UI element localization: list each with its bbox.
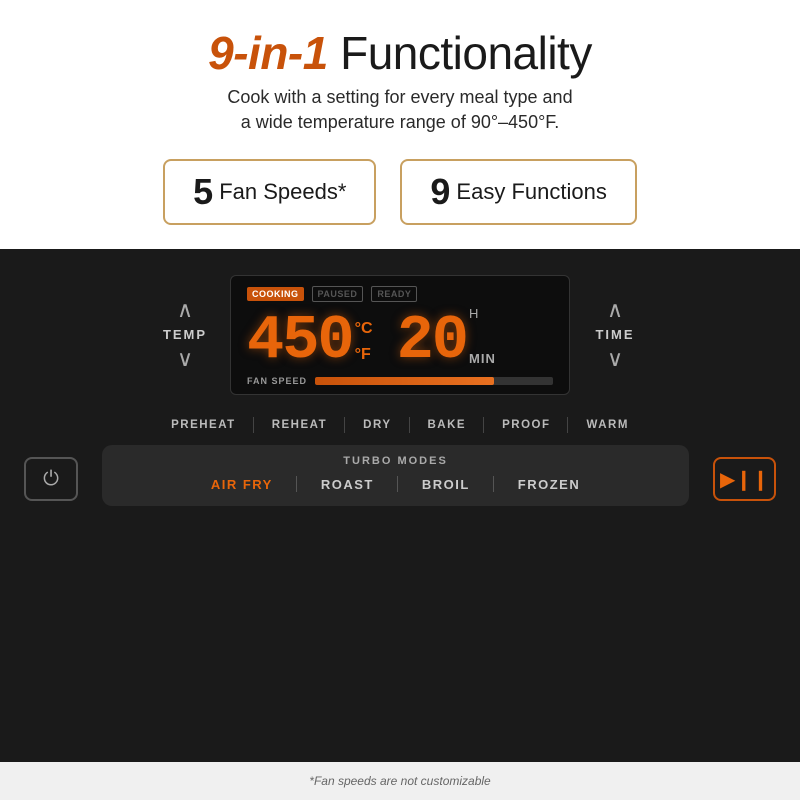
- subtitle: Cook with a setting for every meal type …: [227, 85, 572, 135]
- reheat-button[interactable]: REHEAT: [254, 419, 345, 431]
- time-h-unit: H: [469, 306, 478, 321]
- turbo-buttons: AIR FRY ROAST BROIL FROZEN: [122, 477, 669, 492]
- air-fry-button[interactable]: AIR FRY: [187, 477, 297, 492]
- functions-badge: 9 Easy Functions: [400, 159, 636, 225]
- power-button[interactable]: ⏻: [24, 457, 78, 501]
- badges-row: 5 Fan Speeds* 9 Easy Functions: [163, 159, 637, 225]
- fan-bar-container: [315, 377, 553, 385]
- footnote-text: *Fan speeds are not customizable: [309, 774, 490, 788]
- time-digits: 20: [397, 310, 467, 372]
- fan-speeds-badge: 5 Fan Speeds*: [163, 159, 376, 225]
- temp-up-button[interactable]: ∧: [177, 299, 193, 321]
- display-row: ∧ TEMP ∨ COOKING PAUSED READY 450 °C °F: [0, 265, 800, 405]
- fan-bar-fill: [315, 377, 493, 385]
- functions-text: Easy Functions: [456, 179, 606, 205]
- power-icon: ⏻: [43, 468, 59, 491]
- preheat-button[interactable]: PREHEAT: [153, 419, 254, 431]
- temp-control: ∧ TEMP ∨: [140, 299, 230, 370]
- status-cooking: COOKING: [247, 287, 304, 301]
- play-pause-button[interactable]: ▶❙❙: [713, 457, 776, 501]
- status-row: COOKING PAUSED READY: [247, 286, 417, 302]
- temp-c-unit: °C: [355, 320, 373, 338]
- fan-speed-label: FAN SPEED: [247, 376, 307, 386]
- bottom-row: ⏻ TURBO MODES AIR FRY ROAST BROIL FROZEN…: [24, 441, 776, 528]
- top-section: 9-in-1 Functionality Cook with a setting…: [0, 0, 800, 249]
- time-down-button[interactable]: ∨: [607, 348, 623, 370]
- turbo-section: TURBO MODES AIR FRY ROAST BROIL FROZEN: [102, 445, 689, 506]
- time-display: 20 H MIN: [397, 306, 496, 372]
- control-panel: ∧ TEMP ∨ COOKING PAUSED READY 450 °C °F: [0, 249, 800, 762]
- roast-button[interactable]: ROAST: [297, 477, 398, 492]
- status-ready: READY: [371, 286, 417, 302]
- functions-number: 9: [430, 171, 450, 213]
- fan-speed-number: 5: [193, 171, 213, 213]
- frozen-button[interactable]: FROZEN: [494, 477, 604, 492]
- time-control: ∧ TIME ∨: [570, 299, 660, 370]
- page-wrapper: 9-in-1 Functionality Cook with a setting…: [0, 0, 800, 800]
- title-highlight: 9-in-1: [208, 27, 328, 79]
- bake-button[interactable]: BAKE: [410, 419, 485, 431]
- temp-label: TEMP: [163, 327, 207, 342]
- play-pause-icon: ▶❙❙: [720, 467, 769, 492]
- temp-display: 450 °C °F: [247, 310, 373, 372]
- lcd-display: COOKING PAUSED READY 450 °C °F 20: [230, 275, 570, 395]
- main-title: 9-in-1 Functionality: [208, 28, 592, 79]
- fan-speed-text: Fan Speeds*: [219, 179, 346, 205]
- time-up-button[interactable]: ∧: [607, 299, 623, 321]
- status-paused: PAUSED: [312, 286, 364, 302]
- time-label: TIME: [595, 327, 634, 342]
- digits-row: 450 °C °F 20 H MIN: [247, 306, 553, 372]
- turbo-label: TURBO MODES: [343, 455, 448, 467]
- temp-down-button[interactable]: ∨: [177, 348, 193, 370]
- time-min-unit: MIN: [469, 351, 496, 366]
- proof-button[interactable]: PROOF: [484, 419, 568, 431]
- temp-digits: 450: [247, 310, 353, 372]
- title-regular: Functionality: [328, 27, 592, 79]
- dry-button[interactable]: DRY: [345, 419, 409, 431]
- temp-f-unit: °F: [355, 346, 371, 364]
- broil-button[interactable]: BROIL: [398, 477, 494, 492]
- fan-speed-row: FAN SPEED: [247, 376, 553, 386]
- function-row: PREHEAT REHEAT DRY BAKE PROOF WARM: [0, 405, 800, 441]
- footnote-section: *Fan speeds are not customizable: [0, 762, 800, 800]
- warm-button[interactable]: WARM: [568, 419, 646, 431]
